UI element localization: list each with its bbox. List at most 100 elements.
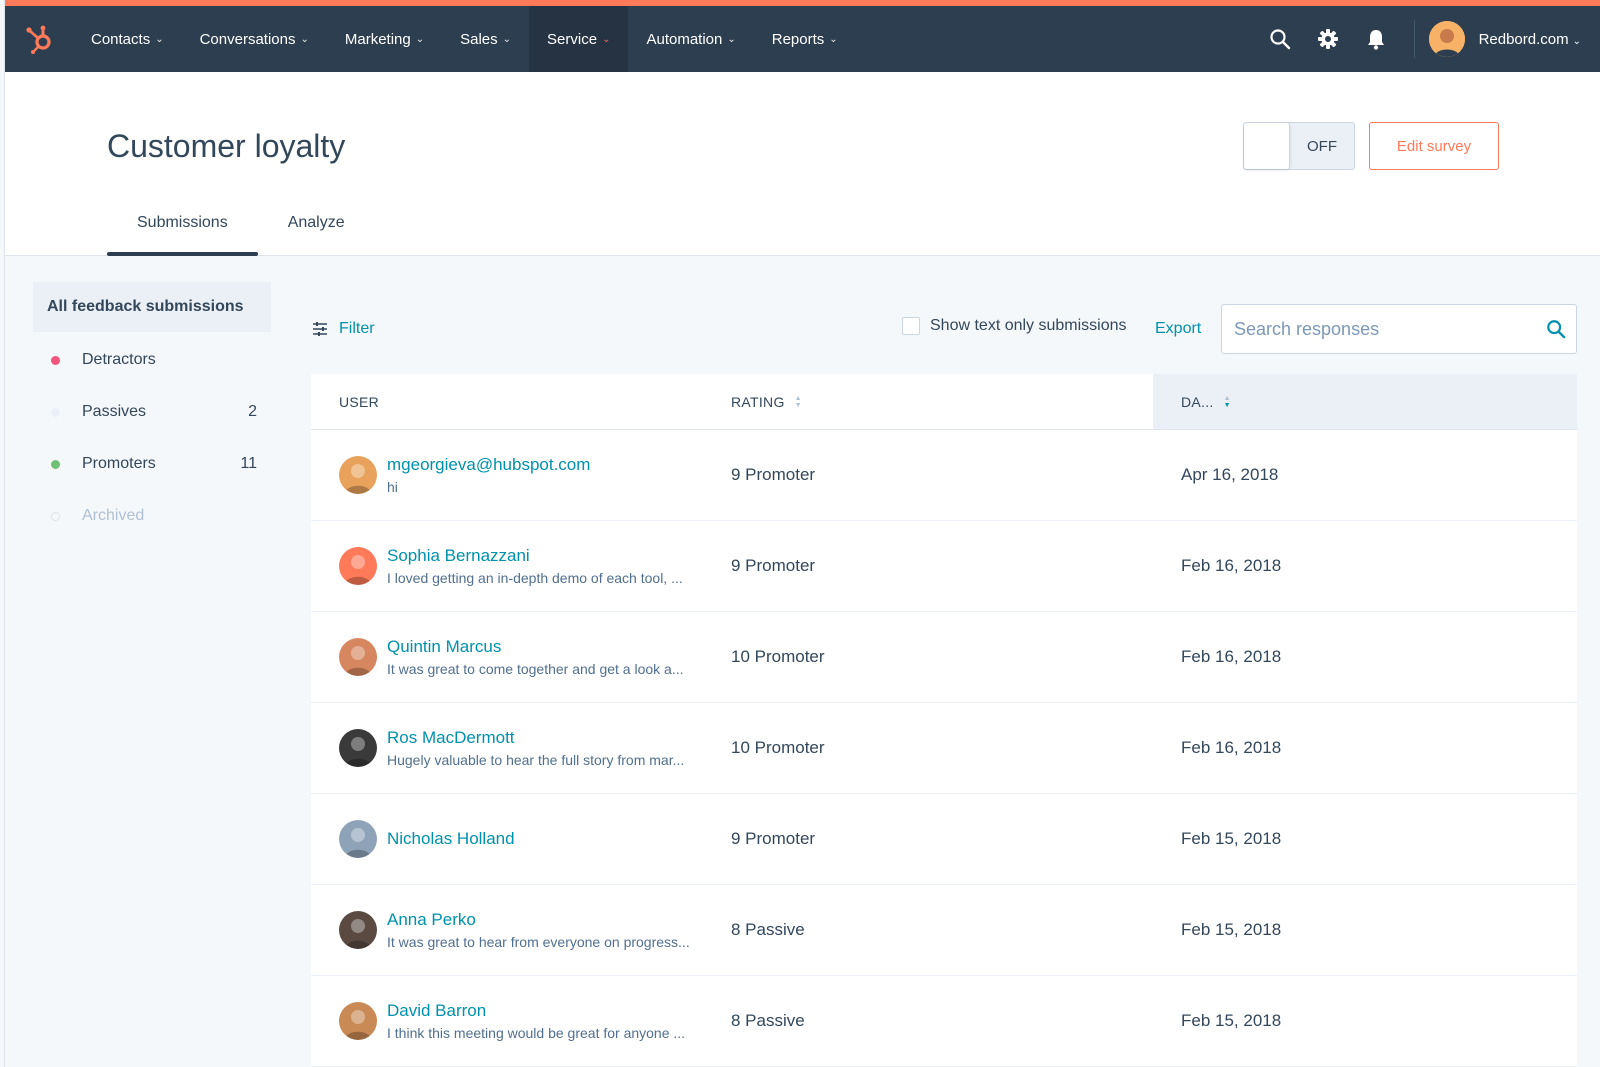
chevron-down-icon: ⌄ (829, 33, 838, 45)
nav-item-automation[interactable]: Automation ⌄ (628, 6, 753, 72)
nav-item-reports[interactable]: Reports ⌄ (754, 6, 856, 72)
user-name-link[interactable]: Ros MacDermott (387, 728, 684, 748)
top-nav: Contacts ⌄ Conversations ⌄ Marketing ⌄ Sales ⌄ S… (5, 0, 1600, 72)
user-text: Sophia Bernazzani I loved getting an in-d… (387, 546, 683, 586)
table-row[interactable]: Nicholas Holland 9 Promoter Feb 15, 2018 (311, 794, 1577, 885)
avatar[interactable] (339, 547, 377, 585)
column-header-rating[interactable]: RATING ▲ ▼ (731, 374, 1153, 429)
chevron-down-icon: ⌄ (300, 33, 309, 45)
user-text: mgeorgieva@hubspot.com hi (387, 455, 590, 495)
text-only-label: Show text only submissions (930, 317, 1127, 334)
column-header-user[interactable]: USER (311, 374, 731, 429)
nav-item-conversations[interactable]: Conversations ⌄ (182, 6, 327, 72)
column-rating-label: RATING (731, 393, 785, 410)
chevron-down-icon: ⌄ (727, 33, 736, 45)
table-row[interactable]: Anna Perko It was great to hear from ever… (311, 885, 1577, 976)
table-header: USER RATING ▲ ▼ DA... ▲ ▼ (311, 374, 1577, 430)
nav-item-contacts[interactable]: Contacts ⌄ (73, 6, 182, 72)
sidebar-item-all[interactable]: All feedback submissions (33, 282, 271, 332)
sidebar-item-promoters[interactable]: Promoters 11 (33, 438, 271, 490)
page-title: Customer loyalty (107, 128, 346, 164)
filter-button[interactable]: Filter (313, 320, 375, 338)
search-icon[interactable] (1536, 319, 1576, 339)
nav-menu: Contacts ⌄ Conversations ⌄ Marketing ⌄ Sales ⌄ S… (73, 6, 856, 72)
sidebar-item-archived[interactable]: Archived (33, 490, 271, 542)
nav-item-label: Contacts (91, 30, 151, 48)
user-cell: Nicholas Holland (311, 820, 731, 858)
nav-item-label: Conversations (199, 30, 296, 48)
edit-survey-button[interactable]: Edit survey (1369, 122, 1499, 170)
column-user-label: USER (339, 393, 380, 410)
nav-item-sales[interactable]: Sales ⌄ (442, 6, 529, 72)
sort-icon: ▲ ▼ (794, 394, 802, 409)
toggle-state-label: OFF (1307, 137, 1337, 155)
avatar[interactable] (339, 911, 377, 949)
submissions-table: USER RATING ▲ ▼ DA... ▲ ▼ mgeorgieva@hubspot… (311, 374, 1577, 1067)
avatar[interactable] (339, 729, 377, 767)
chevron-down-icon: ⌄ (602, 33, 611, 45)
search-icon[interactable] (1256, 15, 1304, 63)
rating-cell: 8 Passive (731, 1011, 805, 1030)
search-input[interactable] (1222, 318, 1536, 340)
tab-submissions[interactable]: Submissions (107, 210, 258, 256)
tab-bar: Submissions Analyze (107, 210, 375, 256)
user-comment: It was great to come together and get a … (387, 661, 684, 677)
avatar[interactable] (339, 638, 377, 676)
user-cell: Ros MacDermott Hugely valuable to hear th… (311, 728, 731, 768)
table-row[interactable]: David Barron I think this meeting would b… (311, 976, 1577, 1067)
export-link[interactable]: Export (1155, 320, 1201, 338)
user-text: David Barron I think this meeting would b… (387, 1001, 685, 1041)
sidebar-item-passives[interactable]: Passives 2 (33, 386, 271, 438)
nav-divider (1413, 20, 1415, 58)
sidebar-item-label: Archived (82, 507, 145, 524)
user-cell: Anna Perko It was great to hear from ever… (311, 910, 731, 950)
avatar[interactable] (339, 1002, 377, 1040)
text-only-checkbox[interactable]: Show text only submissions (902, 317, 1127, 335)
user-name-link[interactable]: mgeorgieva@hubspot.com (387, 455, 590, 475)
date-cell: Feb 16, 2018 (1181, 738, 1282, 757)
status-dot-icon (51, 407, 60, 417)
settings-gear-icon[interactable] (1304, 15, 1352, 63)
user-name-link[interactable]: Quintin Marcus (387, 637, 684, 657)
table-row[interactable]: Quintin Marcus It was great to come toget… (311, 612, 1577, 703)
user-comment: I loved getting an in-depth demo of each… (387, 570, 683, 586)
nav-item-label: Reports (771, 30, 825, 48)
nav-item-label: Service (547, 30, 598, 48)
search-box (1221, 304, 1577, 354)
status-dot-icon (51, 355, 60, 365)
date-cell: Feb 16, 2018 (1181, 556, 1282, 575)
chevron-down-icon: ⌄ (155, 33, 164, 45)
survey-toggle[interactable]: OFF (1243, 122, 1355, 170)
user-cell: Quintin Marcus It was great to come toget… (311, 637, 731, 677)
user-name-link[interactable]: Nicholas Holland (387, 829, 515, 849)
sidebar-item-label: Detractors (82, 351, 156, 368)
account-menu[interactable]: Redbord.com ⌄ (1479, 31, 1581, 48)
user-name-link[interactable]: Sophia Bernazzani (387, 546, 683, 566)
sidebar-item-detractors[interactable]: Detractors (33, 334, 271, 386)
avatar[interactable] (339, 456, 377, 494)
table-row[interactable]: mgeorgieva@hubspot.com hi 9 Promoter Apr 16… (311, 430, 1577, 521)
column-date-label: DA... (1181, 393, 1214, 410)
tab-analyze[interactable]: Analyze (258, 210, 375, 256)
chevron-down-icon: ⌄ (502, 33, 512, 45)
sidebar-item-label: Promoters (82, 455, 156, 472)
hubspot-logo-icon[interactable] (11, 6, 69, 72)
table-row[interactable]: Ros MacDermott Hugely valuable to hear th… (311, 703, 1577, 794)
notifications-bell-icon[interactable] (1352, 15, 1400, 63)
avatar[interactable] (339, 820, 377, 858)
account-avatar[interactable] (1428, 21, 1465, 57)
user-name-link[interactable]: David Barron (387, 1001, 685, 1021)
column-header-date[interactable]: DA... ▲ ▼ (1153, 374, 1577, 429)
checkbox-box[interactable] (902, 317, 920, 335)
user-name-link[interactable]: Anna Perko (387, 910, 690, 930)
nav-right: Redbord.com ⌄ (1256, 6, 1600, 72)
filter-label: Filter (339, 320, 375, 337)
nav-item-label: Automation (646, 30, 723, 48)
rating-cell: 8 Passive (731, 920, 805, 939)
nav-item-marketing[interactable]: Marketing ⌄ (327, 6, 442, 72)
rating-cell: 10 Promoter (731, 738, 825, 757)
filter-icon (313, 322, 327, 336)
nav-item-service[interactable]: Service ⌄ (529, 6, 629, 72)
table-row[interactable]: Sophia Bernazzani I loved getting an in-d… (311, 521, 1577, 612)
nav-item-label: Sales (460, 30, 498, 48)
